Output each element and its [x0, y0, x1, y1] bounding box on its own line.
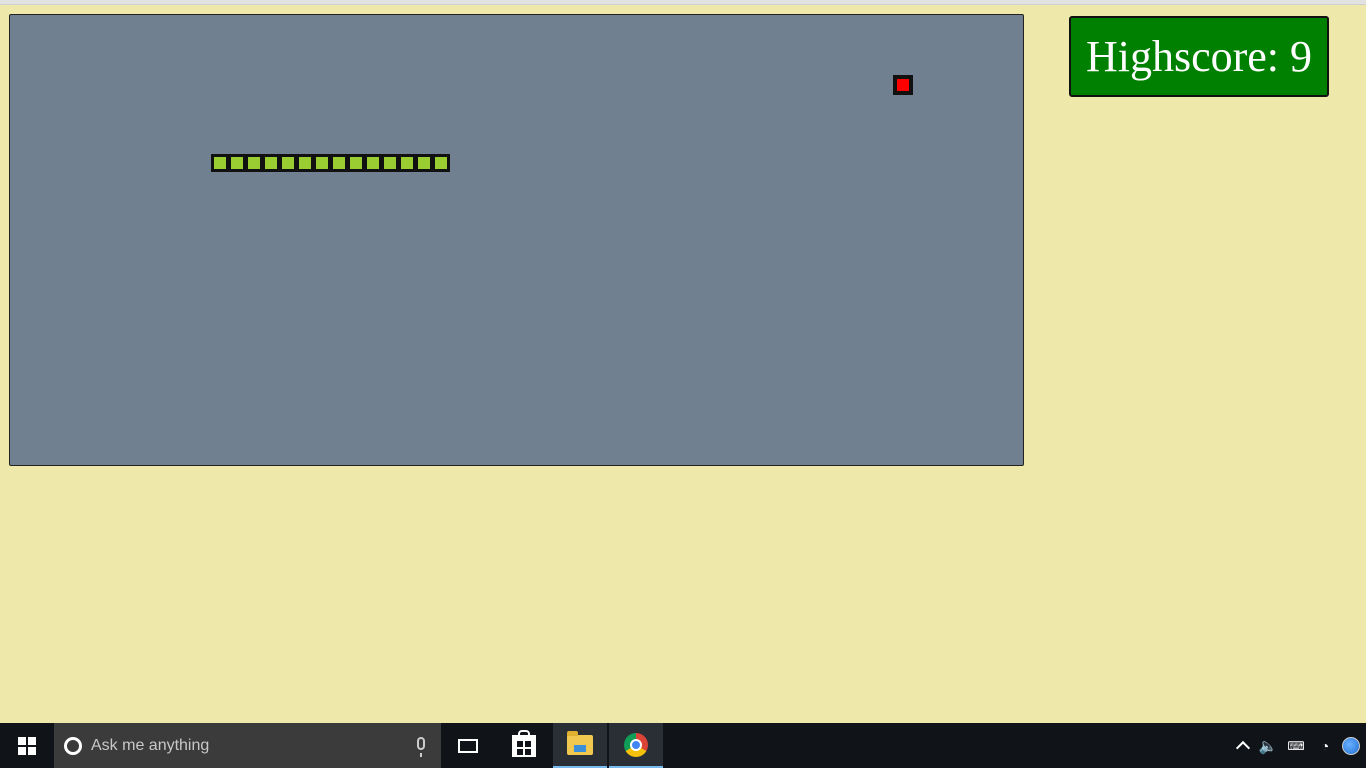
snake-segment — [415, 154, 433, 172]
wifi-icon[interactable]: ◔ — [1315, 723, 1335, 768]
chrome-button[interactable] — [609, 723, 663, 768]
chevron-up-icon — [1235, 740, 1251, 756]
search-placeholder: Ask me anything — [91, 736, 210, 754]
snake-segment — [313, 154, 331, 172]
windows-start-icon — [18, 736, 36, 755]
search-box[interactable]: Ask me anything — [54, 723, 441, 768]
snake-segment — [245, 154, 263, 172]
highscore-panel: Highscore: 9 — [1069, 16, 1329, 97]
browser-top-edge — [0, 0, 1366, 5]
snake-segment — [296, 154, 314, 172]
globe-icon — [1342, 736, 1360, 755]
start-button[interactable] — [0, 723, 54, 768]
game-board[interactable] — [9, 14, 1024, 466]
highscore-label: Highscore: 9 — [1085, 32, 1313, 81]
snake-segment — [228, 154, 246, 172]
snake-segment — [364, 154, 382, 172]
task-view-button[interactable] — [441, 723, 495, 768]
chrome-icon — [624, 732, 648, 757]
show-hidden-icons-button[interactable] — [1234, 723, 1252, 768]
store-button[interactable] — [497, 723, 551, 768]
microphone-icon[interactable] — [417, 737, 425, 757]
task-view-icon — [458, 738, 478, 753]
cortana-icon — [64, 736, 82, 755]
volume-icon[interactable]: 🔈 — [1258, 723, 1278, 768]
snake-segment — [330, 154, 348, 172]
notification-globe-button[interactable] — [1341, 723, 1361, 768]
file-explorer-button[interactable] — [553, 723, 607, 768]
file-explorer-icon — [567, 730, 593, 755]
food-item — [893, 75, 913, 95]
snake-segment — [347, 154, 365, 172]
snake-segment — [279, 154, 297, 172]
snake-segment — [211, 154, 229, 172]
taskbar: Ask me anything 🔈 ⌨ ◔ — [0, 723, 1366, 768]
input-keyboard-icon[interactable]: ⌨ — [1285, 723, 1307, 768]
snake-segment — [262, 154, 280, 172]
snake-segment — [381, 154, 399, 172]
snake-segment — [398, 154, 416, 172]
snake-segment — [432, 154, 450, 172]
store-icon — [512, 729, 536, 757]
